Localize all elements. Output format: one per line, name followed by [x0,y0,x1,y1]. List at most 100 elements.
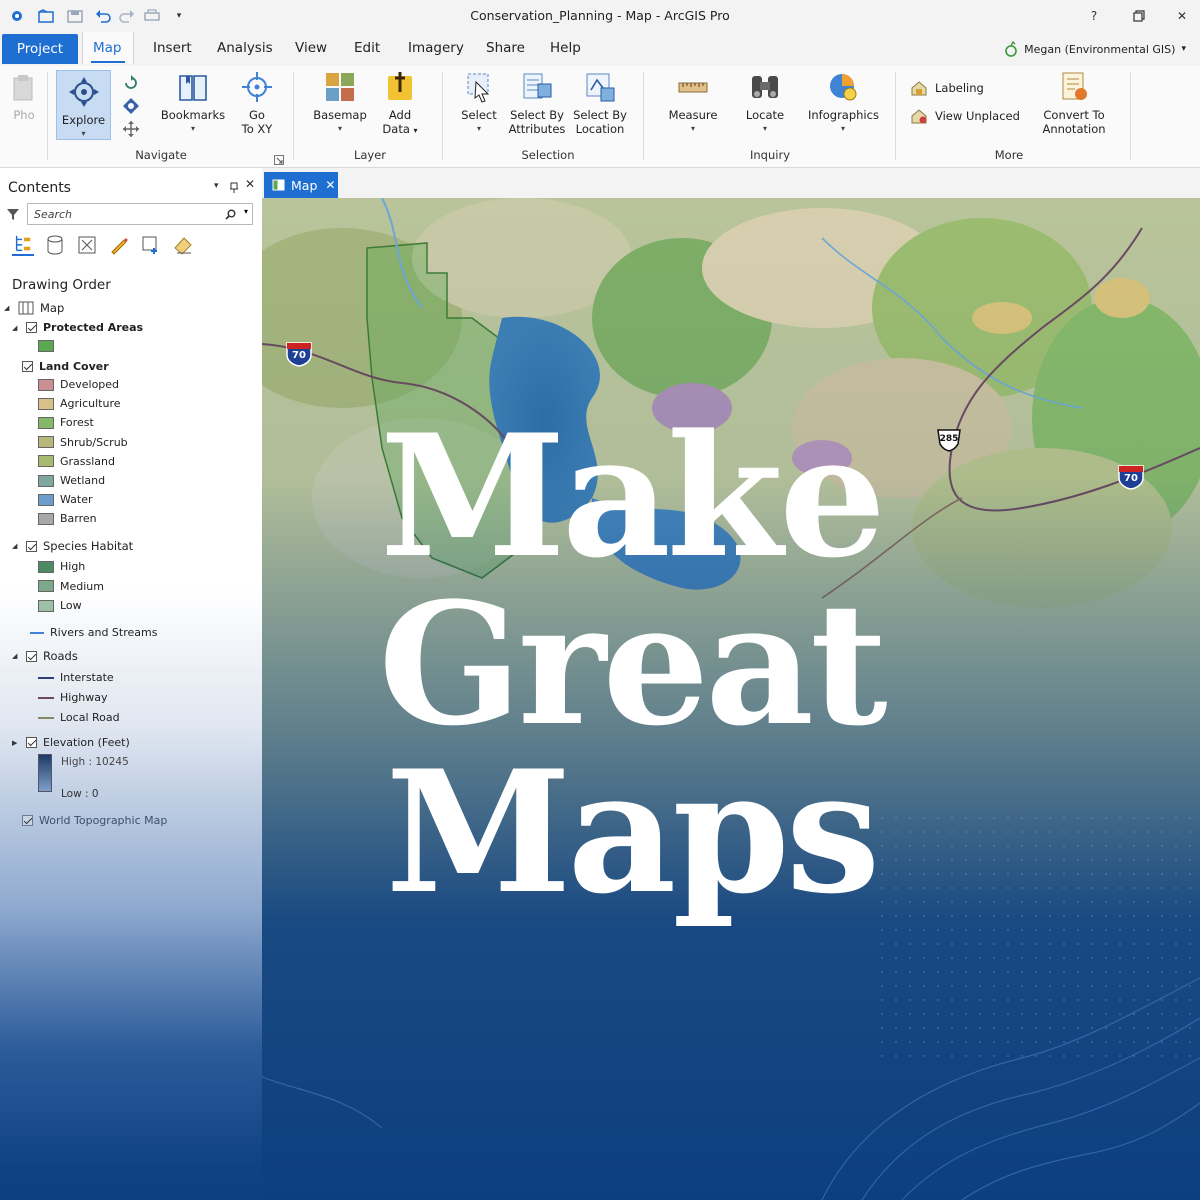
list-by-selection-icon[interactable] [76,234,98,256]
tab-map[interactable]: Map [82,32,134,64]
filter-icon[interactable] [6,206,20,225]
tab-share[interactable]: Share [476,32,535,64]
grid-dot [923,999,925,1001]
layer-elevation[interactable]: ▶ Elevation (Feet) [12,736,130,749]
color-swatch [38,455,54,468]
view-unplaced-button[interactable]: View Unplaced [910,108,1020,124]
map-node[interactable]: ◢ Map [4,301,64,315]
grid-dot [1105,915,1107,917]
convert-to-annotation-button[interactable]: Convert To Annotation [1038,70,1110,136]
layer-rivers-streams[interactable]: Rivers and Streams [30,626,157,639]
visibility-checkbox[interactable] [26,650,37,662]
grid-dot [1161,915,1163,917]
layer-roads[interactable]: ◢ Roads [12,649,78,663]
grid-dot [993,999,995,1001]
select-button[interactable]: Select ▾ [458,70,500,136]
grid-dot [979,1013,981,1015]
grid-dot [1147,915,1149,917]
legend-item: Shrub/Scrub [38,436,128,449]
headline-line-2: Great [378,565,887,763]
close-window-button[interactable]: ✕ [1171,6,1193,26]
infographics-icon [830,74,857,101]
visibility-checkbox[interactable] [26,540,37,552]
grid-dot [1161,1041,1163,1043]
search-icon[interactable] [225,209,236,220]
explore-button[interactable]: Explore ▾ [56,70,111,140]
bookmarks-button[interactable]: Bookmarks ▾ [160,70,226,136]
visibility-checkbox[interactable] [22,815,33,826]
list-by-drawing-order-icon[interactable] [12,234,34,256]
layer-protected-areas[interactable]: ◢ Protected Areas [12,321,143,334]
layer-land-cover[interactable]: Land Cover [22,360,109,373]
legend-label: High [60,560,86,573]
tab-analysis[interactable]: Analysis [207,32,283,64]
visibility-checkbox[interactable] [26,322,37,333]
grid-dot [1147,845,1149,847]
grid-dot [937,1055,939,1057]
list-by-editing-icon[interactable] [108,234,130,256]
grid-dot [1049,915,1051,917]
dialog-launcher-icon[interactable] [274,150,284,169]
grid-dot [979,1055,981,1057]
select-by-location-button[interactable]: Select By Location [572,70,628,136]
grid-dot [993,1055,995,1057]
add-data-button[interactable]: Add Data ▾ [378,70,422,138]
locate-button[interactable]: Locate ▾ [742,70,788,136]
tab-insert[interactable]: Insert [143,32,202,64]
grid-dot [1175,845,1177,847]
grid-dot [1189,1041,1191,1043]
grid-dot [937,957,939,959]
collapse-icon[interactable]: ◢ [12,542,20,550]
layer-species-habitat[interactable]: ◢ Species Habitat [12,539,133,553]
paste-button[interactable]: Pho [6,70,42,122]
grid-dot [881,1041,883,1043]
infographics-button[interactable]: Infographics ▾ [808,70,879,136]
collapse-icon[interactable]: ◢ [4,304,12,312]
labeling-button[interactable]: Labeling [910,80,984,96]
collapse-icon[interactable]: ◢ [12,652,20,660]
tab-project[interactable]: Project [2,34,78,64]
grid-dot [1161,943,1163,945]
tab-view[interactable]: View [285,32,337,64]
tab-help[interactable]: Help [540,32,591,64]
visibility-checkbox[interactable] [26,737,37,748]
tab-imagery[interactable]: Imagery [398,32,474,64]
line-symbol [38,676,54,679]
pin-icon[interactable] [228,179,240,198]
layer-world-topographic[interactable]: World Topographic Map [22,814,167,827]
grid-dot [1077,817,1079,819]
measure-button[interactable]: Measure ▾ [665,70,721,136]
grid-dot [1063,817,1065,819]
pan-arrows-icon[interactable] [122,120,140,138]
grid-dot [1021,929,1023,931]
grid-dot [895,1027,897,1029]
visibility-checkbox[interactable] [22,361,33,372]
list-by-labeling-icon[interactable] [172,234,194,256]
basemap-button[interactable]: Basemap ▾ [310,70,370,136]
search-options-icon[interactable]: ▾ [244,207,248,216]
help-button[interactable]: ? [1083,6,1105,26]
search-input[interactable]: Search ▾ [27,203,253,225]
pane-options-icon[interactable]: ▾ [214,181,219,191]
grid-dot [937,971,939,973]
grid-dot [1161,817,1163,819]
map-document-tab[interactable]: Map ✕ [264,172,338,198]
close-pane-icon[interactable]: ✕ [245,177,255,191]
grid-dot [1119,873,1121,875]
select-by-attributes-button[interactable]: Select By Attributes [508,70,566,136]
restore-button[interactable] [1128,6,1150,26]
close-tab-icon[interactable]: ✕ [325,178,335,192]
user-account[interactable]: Megan (Environmental GIS) ▾ [1004,41,1186,57]
tab-edit[interactable]: Edit [344,32,390,64]
grid-dot [1021,859,1023,861]
full-extent-icon[interactable] [122,97,140,115]
expand-icon[interactable]: ▶ [12,739,20,747]
legend-item: Highway [38,691,108,704]
grid-dot [979,971,981,973]
grid-dot [1091,859,1093,861]
rotate-icon[interactable] [122,74,140,92]
list-by-data-source-icon[interactable] [44,234,66,256]
collapse-icon[interactable]: ◢ [12,324,20,332]
list-by-snapping-icon[interactable] [140,234,162,256]
go-to-xy-button[interactable]: Go To XY [236,70,278,136]
